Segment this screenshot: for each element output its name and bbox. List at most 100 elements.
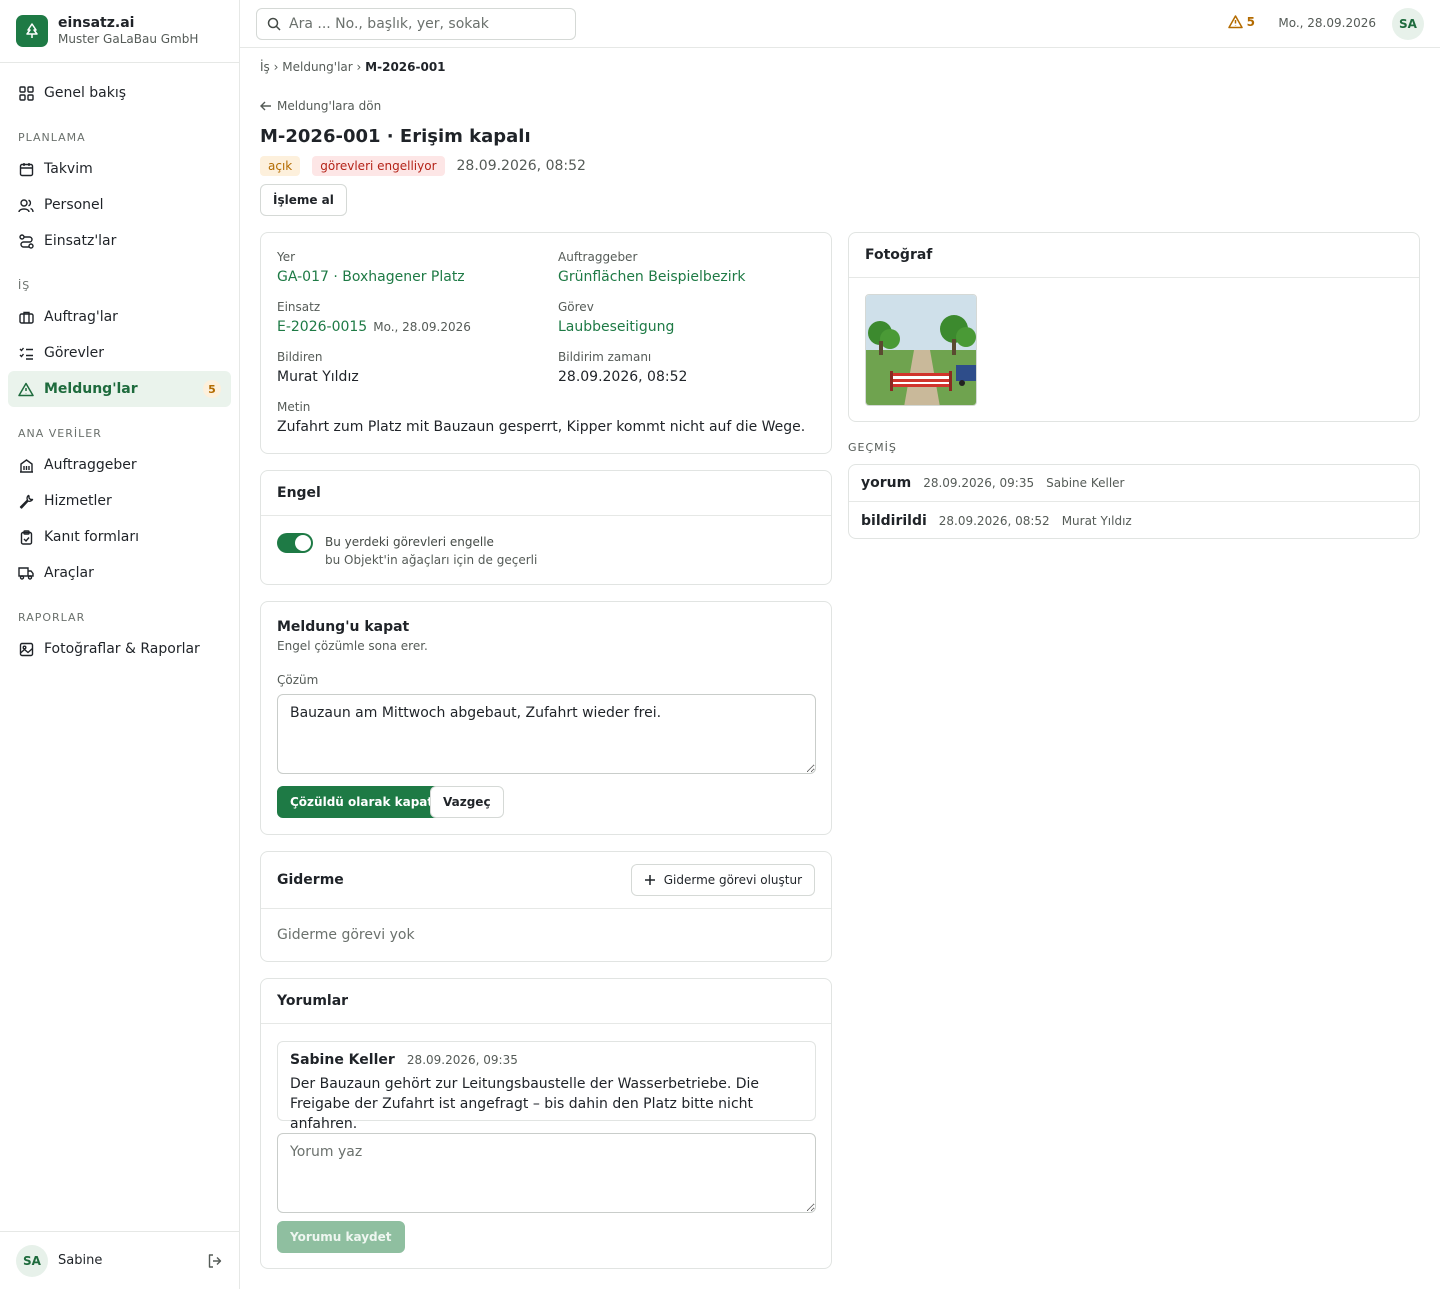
search-input[interactable] [289,16,569,32]
task-link[interactable]: Laubbeseitigung [558,319,674,335]
comment-text: Der Bauzaun gehört zur Leitungsbaustelle… [290,1076,760,1132]
wrench-icon [18,493,34,509]
obstacle-card: Engel Bu yerdeki görevleri engelle bu Ob… [260,470,832,585]
logout-icon[interactable] [207,1253,223,1269]
history-type: yorum [861,475,912,491]
nav-section-planning: PLANLAMA [18,131,86,144]
alerts-button[interactable]: 5 [1227,15,1255,29]
search-box[interactable] [256,8,576,40]
deployment-label: Einsatz [277,300,321,314]
location-link[interactable]: GA-017 · Boxhagener Platz [277,269,465,285]
sidebar-item-photos-reports[interactable]: Fotoğraflar & Raporlar [8,631,231,667]
user-name: Sabine [58,1253,103,1268]
sidebar-item-clients[interactable]: Auftraggeber [8,447,231,483]
cancel-button[interactable]: Vazgeç [430,786,504,818]
save-comment-button[interactable]: Yorumu kaydet [277,1221,405,1253]
back-link[interactable]: Meldung'lara dön [260,99,381,113]
sidebar: einsatz.ai Muster GaLaBau GmbH Genel bak… [0,0,240,1289]
sidebar-item-tasks[interactable]: Görevler [8,335,231,371]
sidebar-item-label: Personel [44,197,104,213]
report-text: Zufahrt zum Platz mit Bauzaun gesperrt, … [277,419,806,435]
sidebar-item-overview[interactable]: Genel bakış [8,75,231,111]
location-label: Yer [277,250,296,264]
solution-textarea[interactable]: Bauzaun am Mittwoch abgebaut, Zufahrt wi… [277,694,816,774]
sidebar-item-label: Görevler [44,345,105,361]
comments-card: Yorumlar Sabine Keller 28.09.2026, 09:35… [260,978,832,1269]
close-subtitle: Engel çözümle sona erer. [277,639,428,653]
sidebar-item-orders[interactable]: Auftrag'lar [8,299,231,335]
users-icon [18,197,34,213]
sidebar-item-label: Takvim [44,161,93,177]
text-label: Metin [277,400,311,414]
history-list: yorum 28.09.2026, 09:35 Sabine Keller bi… [848,464,1420,539]
warning-icon [1227,15,1243,29]
status-badge: açık [260,156,301,176]
warning-icon [18,381,34,397]
breadcrumb-separator: › [273,60,279,74]
grid-icon [18,85,34,101]
breadcrumb-work[interactable]: İş [260,60,270,74]
close-report-card: Meldung'u kapat Engel çözümle sona erer.… [260,601,832,835]
page-title: M-2026-001 · Erişim kapalı [260,126,531,147]
sidebar-item-deployments[interactable]: Einsatz'lar [8,223,231,259]
create-remedy-task-button[interactable]: Giderme görevi oluştur [630,864,815,896]
block-tasks-toggle[interactable] [277,533,313,553]
sidebar-item-label: Araçlar [44,565,94,581]
current-date: Mo., 28.09.2026 [1278,16,1376,30]
sidebar-item-label: Auftraggeber [44,457,137,473]
checklist-icon [18,345,34,361]
sidebar-item-reports[interactable]: Meldung'lar 5 [8,371,231,407]
history-row: yorum 28.09.2026, 09:35 Sabine Keller [849,465,1419,502]
sidebar-item-staff[interactable]: Personel [8,187,231,223]
nav-section-work: İŞ [18,279,31,292]
sidebar-item-vehicles[interactable]: Araçlar [8,555,231,591]
comment-date: 28.09.2026, 09:35 [406,1053,518,1067]
deployment-link[interactable]: E-2026-0015 [277,319,367,335]
remedy-card: Giderme Giderme görevi oluştur Giderme g… [260,851,832,962]
sidebar-item-label: Genel bakış [44,85,127,101]
reported-value: 28.09.2026, 08:52 [558,369,688,385]
reporter-value: Murat Yıldız [277,369,359,385]
details-card: Yer GA-017 · Boxhagener Platz Auftraggeb… [260,232,832,454]
briefcase-icon [18,309,34,325]
breadcrumb-current: M-2026-001 [365,60,446,74]
resolve-close-button[interactable]: Çözüldü olarak kapat [277,786,447,818]
avatar[interactable]: SA [1392,8,1424,40]
comment-item: Sabine Keller 28.09.2026, 09:35 Der Bauz… [277,1041,816,1132]
take-over-button[interactable]: İşleme al [260,184,347,216]
breadcrumb: İş › Meldung'lar › M-2026-001 [260,60,446,74]
create-remedy-label: Giderme görevi oluştur [663,873,802,887]
comment-textarea[interactable] [277,1133,816,1213]
reporter-label: Bildiren [277,350,323,364]
deployment-value: E-2026-0015 Mo., 28.09.2026 [277,319,471,335]
clipboard-check-icon [18,529,34,545]
blocking-badge: görevleri engelliyor [312,156,445,176]
plus-icon [644,875,655,885]
toggle-sublabel: bu Objekt'in ağaçları için de geçerli [325,553,538,567]
arrow-left-icon [260,101,271,111]
task-label: Görev [558,300,594,314]
brand-company: Muster GaLaBau GmbH [58,32,199,46]
sidebar-item-calendar[interactable]: Takvim [8,151,231,187]
breadcrumb-reports[interactable]: Meldung'lar [282,60,352,74]
sidebar-item-proof-forms[interactable]: Kanıt formları [8,519,231,555]
client-link[interactable]: Grünflächen Beispielbezirk [558,269,746,285]
photo-thumbnail[interactable] [865,294,977,406]
toggle-label: Bu yerdeki görevleri engelle [325,535,494,549]
history-date: 28.09.2026, 09:35 [923,476,1035,490]
sidebar-item-label: Meldung'lar [44,381,138,397]
avatar[interactable]: SA [16,1244,48,1277]
sidebar-item-label: Hizmetler [44,493,112,509]
history-user: Sabine Keller [1046,476,1125,490]
remedy-empty-text: Giderme görevi yok [277,927,415,943]
toggle-text: Bu yerdeki görevleri engelle bu Objekt'i… [325,533,537,569]
image-icon [18,641,34,657]
history-date: 28.09.2026, 08:52 [938,513,1050,528]
brand[interactable]: einsatz.ai Muster GaLaBau GmbH [0,0,239,63]
deployment-date: Mo., 28.09.2026 [373,320,471,334]
sidebar-item-label: Auftrag'lar [44,309,118,325]
reported-label: Bildirim zamanı [558,350,652,364]
comments-title: Yorumlar [261,979,831,1024]
sidebar-item-services[interactable]: Hizmetler [8,483,231,519]
route-icon [18,233,34,249]
